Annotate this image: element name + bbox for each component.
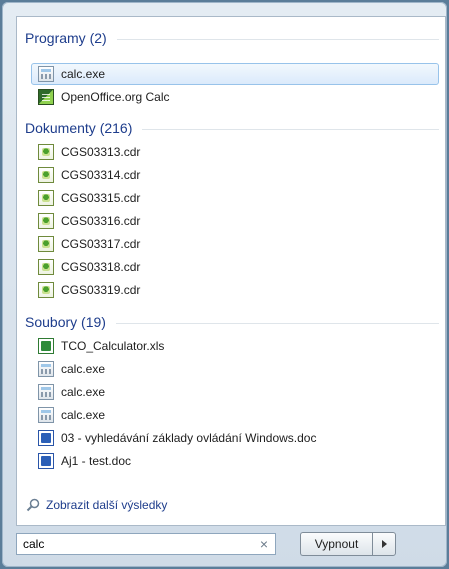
- result-item-document[interactable]: CGS03317.cdr: [31, 233, 439, 255]
- clear-search-icon[interactable]: ×: [253, 536, 275, 552]
- cdr-file-icon: [38, 213, 54, 229]
- see-more-results-label: Zobrazit další výsledky: [46, 498, 168, 512]
- result-item-file[interactable]: TCO_Calculator.xls: [31, 335, 439, 357]
- group-header-programs: Programy (2): [25, 27, 439, 49]
- result-item-document[interactable]: CGS03314.cdr: [31, 164, 439, 186]
- excel-file-icon: [38, 338, 54, 354]
- result-item-label: Aj1 - test.doc: [61, 454, 132, 468]
- search-input[interactable]: [17, 536, 253, 552]
- result-item-label: CGS03316.cdr: [61, 214, 141, 228]
- cdr-file-icon: [38, 282, 54, 298]
- result-item-label: calc.exe: [61, 362, 106, 376]
- search-results-panel: Programy (2) calc.exe OpenOffice.org Cal…: [16, 16, 446, 526]
- result-item-openoffice-calc[interactable]: OpenOffice.org Calc: [31, 86, 439, 108]
- cdr-file-icon: [38, 190, 54, 206]
- word-file-icon: [38, 453, 54, 469]
- cdr-file-icon: [38, 144, 54, 160]
- see-more-results-link[interactable]: Zobrazit další výsledky: [26, 494, 167, 516]
- result-item-file[interactable]: 03 - vyhledávání základy ovládání Window…: [31, 427, 439, 449]
- group-divider: [142, 129, 439, 130]
- result-item-label: calc.exe: [61, 385, 106, 399]
- result-item-document[interactable]: CGS03315.cdr: [31, 187, 439, 209]
- result-item-label: CGS03318.cdr: [61, 260, 141, 274]
- shutdown-button-group: Vypnout: [300, 532, 396, 556]
- calculator-icon: [38, 66, 54, 82]
- arrow-right-icon: [381, 540, 387, 548]
- result-item-label: 03 - vyhledávání základy ovládání Window…: [61, 431, 317, 445]
- result-item-file[interactable]: calc.exe: [31, 404, 439, 426]
- result-item-label: calc.exe: [61, 67, 106, 81]
- start-menu: Programy (2) calc.exe OpenOffice.org Cal…: [2, 2, 447, 567]
- result-item-label: CGS03319.cdr: [61, 283, 141, 297]
- result-item-document[interactable]: CGS03318.cdr: [31, 256, 439, 278]
- cdr-file-icon: [38, 236, 54, 252]
- group-header-files: Soubory (19): [25, 311, 439, 333]
- openoffice-calc-icon: [38, 89, 54, 105]
- result-item-file[interactable]: calc.exe: [31, 381, 439, 403]
- group-header-documents: Dokumenty (216): [25, 117, 439, 139]
- group-divider: [116, 39, 439, 40]
- word-file-icon: [38, 430, 54, 446]
- calculator-icon: [38, 407, 54, 423]
- group-title-programs: Programy (2): [25, 30, 107, 46]
- cdr-file-icon: [38, 259, 54, 275]
- shutdown-options-button[interactable]: [372, 532, 396, 556]
- result-item-document[interactable]: CGS03316.cdr: [31, 210, 439, 232]
- result-item-label: calc.exe: [61, 408, 106, 422]
- result-item-file[interactable]: Aj1 - test.doc: [31, 450, 439, 472]
- result-item-label: TCO_Calculator.xls: [61, 339, 165, 353]
- calculator-icon: [38, 384, 54, 400]
- shutdown-button[interactable]: Vypnout: [300, 532, 372, 556]
- group-divider: [115, 323, 439, 324]
- cdr-file-icon: [38, 167, 54, 183]
- result-item-label: OpenOffice.org Calc: [61, 90, 170, 104]
- group-title-documents: Dokumenty (216): [25, 120, 133, 136]
- result-item-document[interactable]: CGS03313.cdr: [31, 141, 439, 163]
- result-item-document[interactable]: CGS03319.cdr: [31, 279, 439, 301]
- result-item-label: CGS03313.cdr: [61, 145, 141, 159]
- result-item-calc-exe[interactable]: calc.exe: [31, 63, 439, 85]
- result-item-file[interactable]: calc.exe: [31, 358, 439, 380]
- result-item-label: CGS03314.cdr: [61, 168, 141, 182]
- search-icon: [26, 498, 40, 512]
- group-title-files: Soubory (19): [25, 314, 106, 330]
- search-field[interactable]: ×: [16, 533, 276, 555]
- result-item-label: CGS03315.cdr: [61, 191, 141, 205]
- result-item-label: CGS03317.cdr: [61, 237, 141, 251]
- calculator-icon: [38, 361, 54, 377]
